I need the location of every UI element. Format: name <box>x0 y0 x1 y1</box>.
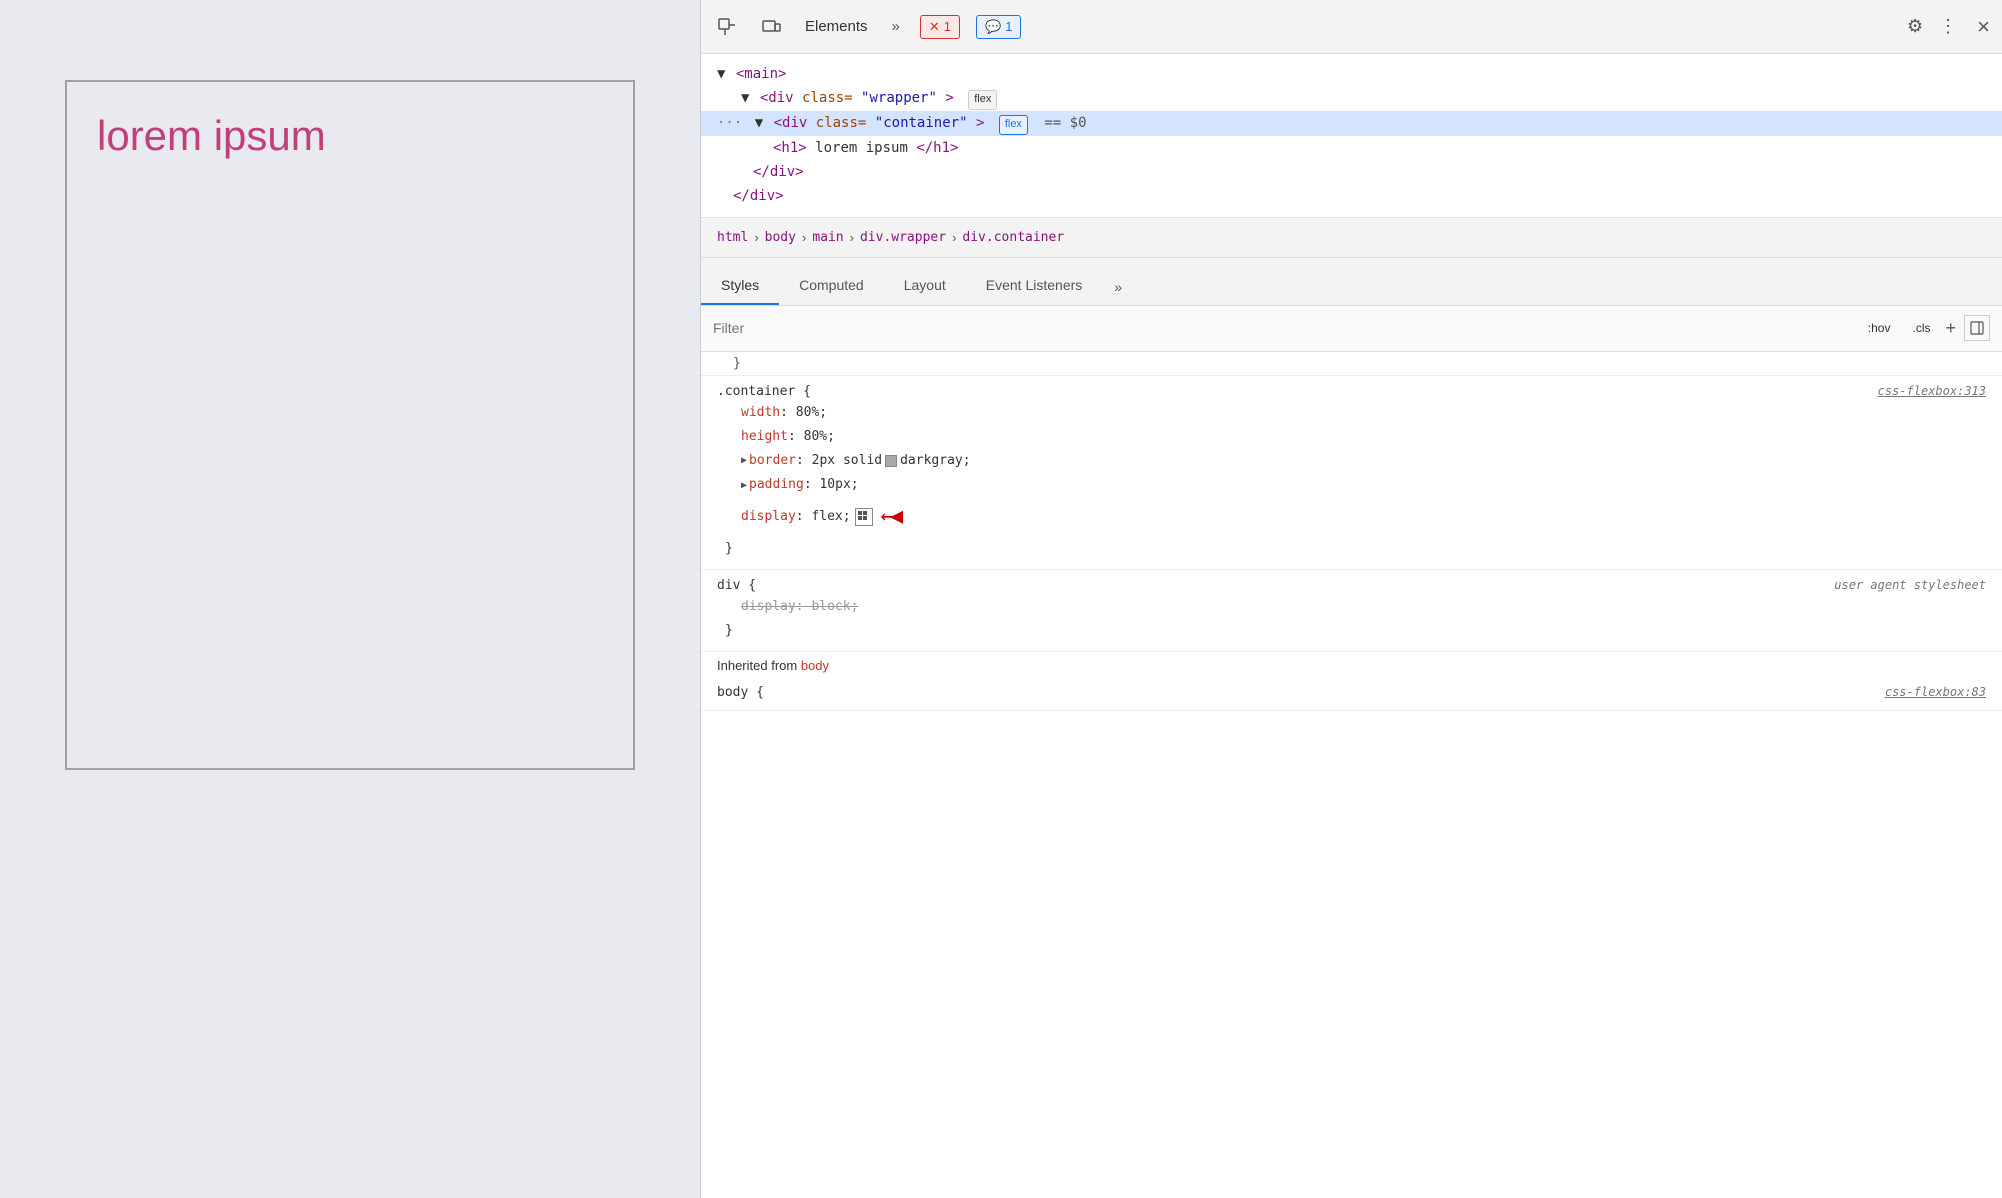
rule-source-container[interactable]: css-flexbox:313 <box>1878 384 1986 398</box>
inherited-label: Inherited from body <box>701 652 2002 677</box>
flex-grid-icon[interactable] <box>855 508 873 526</box>
tab-computed[interactable]: Computed <box>779 267 884 305</box>
breadcrumb-main[interactable]: main <box>812 230 843 245</box>
rule-selector-container[interactable]: .container { <box>717 384 811 399</box>
hov-button[interactable]: :hov <box>1861 317 1898 339</box>
border-expand-icon[interactable]: ▶ <box>741 452 747 469</box>
dom-container-line[interactable]: ··· ▼ <div class= "container" > flex == … <box>701 111 2002 136</box>
prop-height: height : 80%; <box>717 425 1986 449</box>
dom-wrapper-line[interactable]: ▼ <div class= "wrapper" > flex <box>701 86 2002 111</box>
breadcrumb-wrapper[interactable]: div.wrapper <box>860 230 946 245</box>
dom-main-line[interactable]: ▼ <main> <box>701 62 2002 86</box>
rule-close-container: } <box>717 537 1986 561</box>
filter-input[interactable] <box>713 320 1853 336</box>
breadcrumb-container[interactable]: div.container <box>962 230 1064 245</box>
dom-tree: ▼ <main> ▼ <div class= "wrapper" > flex … <box>701 54 2002 218</box>
more-tabs-btn[interactable]: » <box>888 14 904 39</box>
expand-icon[interactable]: ▼ <box>717 63 725 85</box>
styles-content: } .container { css-flexbox:313 width : 8… <box>701 352 2002 1198</box>
breadcrumb-html[interactable]: html <box>717 230 748 245</box>
tab-more-btn[interactable]: » <box>1102 269 1134 305</box>
rule-selector-body[interactable]: body { <box>717 685 764 700</box>
wrapper-flex-badge[interactable]: flex <box>968 90 997 110</box>
style-rule-container: .container { css-flexbox:313 width : 80%… <box>701 376 2002 570</box>
add-style-button[interactable]: + <box>1945 318 1956 339</box>
lorem-heading: lorem ipsum <box>97 112 326 160</box>
rule-header-container: .container { css-flexbox:313 <box>717 384 1986 399</box>
console-count: 1 <box>1005 19 1012 34</box>
rule-source-body[interactable]: css-flexbox:83 <box>1885 685 1986 699</box>
color-swatch-darkgray[interactable] <box>885 455 897 467</box>
style-rule-body: body { css-flexbox:83 <box>701 677 2002 711</box>
rule-close-div: } <box>717 619 1986 643</box>
tab-layout[interactable]: Layout <box>884 267 966 305</box>
devtools-panel: Elements » ✕ 1 💬 1 ⚙ ⋮ × ▼ <main> ▼ <div… <box>700 0 2002 1198</box>
webpage-preview: lorem ipsum <box>0 0 700 1198</box>
rule-header-body: body { css-flexbox:83 <box>717 685 1986 700</box>
breadcrumb-body[interactable]: body <box>765 230 796 245</box>
dom-div-close1[interactable]: </div> <box>701 160 2002 184</box>
tabs-bar: Styles Computed Layout Event Listeners » <box>701 258 2002 306</box>
inspect-element-icon[interactable] <box>713 13 741 41</box>
prop-border: ▶ border : 2px solid darkgray; <box>717 449 1986 473</box>
dom-h1-line[interactable]: <h1> lorem ipsum </h1> <box>701 136 2002 160</box>
rule-selector-div[interactable]: div { <box>717 578 756 593</box>
breadcrumb: html › body › main › div.wrapper › div.c… <box>701 218 2002 258</box>
toggle-sidebar-icon[interactable] <box>1964 315 1990 341</box>
close-devtools-icon[interactable]: × <box>1977 14 1990 40</box>
more-options-icon[interactable]: ⋮ <box>1939 16 1957 37</box>
inherited-element[interactable]: body <box>801 658 829 673</box>
padding-expand-icon[interactable]: ▶ <box>741 477 747 494</box>
expand-icon[interactable]: ▼ <box>755 112 763 134</box>
red-arrow-icon: ◀ <box>890 498 903 535</box>
device-toggle-icon[interactable] <box>757 13 785 41</box>
cls-button[interactable]: .cls <box>1905 317 1937 339</box>
elements-tab-btn[interactable]: Elements <box>801 18 872 35</box>
prop-display-block: display: block; <box>717 595 1986 619</box>
style-rule-div: div { user agent stylesheet display: blo… <box>701 570 2002 652</box>
tab-event-listeners[interactable]: Event Listeners <box>966 267 1103 305</box>
rule-header-div: div { user agent stylesheet <box>717 578 1986 593</box>
expand-icon[interactable]: ▼ <box>741 87 749 109</box>
prop-display: display : flex; ← ◀ <box>717 497 1986 536</box>
filter-bar: :hov .cls + <box>701 306 2002 352</box>
tab-styles[interactable]: Styles <box>701 267 779 305</box>
error-count: 1 <box>944 19 951 34</box>
error-badge[interactable]: ✕ 1 <box>920 15 960 39</box>
user-agent-label: user agent stylesheet <box>1834 578 1986 592</box>
prop-width: width : 80%; <box>717 401 1986 425</box>
dom-div-close2[interactable]: </div> <box>701 184 2002 208</box>
style-rule-partial-top: } <box>701 352 2002 376</box>
console-badge[interactable]: 💬 1 <box>976 15 1021 39</box>
container-box: lorem ipsum <box>65 80 635 770</box>
prop-padding: ▶ padding : 10px; <box>717 473 1986 497</box>
container-flex-badge[interactable]: flex <box>999 115 1028 135</box>
console-icon: 💬 <box>985 19 1001 35</box>
error-x-icon: ✕ <box>929 19 940 35</box>
dom-dots: ··· <box>717 115 742 131</box>
settings-icon[interactable]: ⚙ <box>1907 16 1923 37</box>
devtools-toolbar: Elements » ✕ 1 💬 1 ⚙ ⋮ × <box>701 0 2002 54</box>
